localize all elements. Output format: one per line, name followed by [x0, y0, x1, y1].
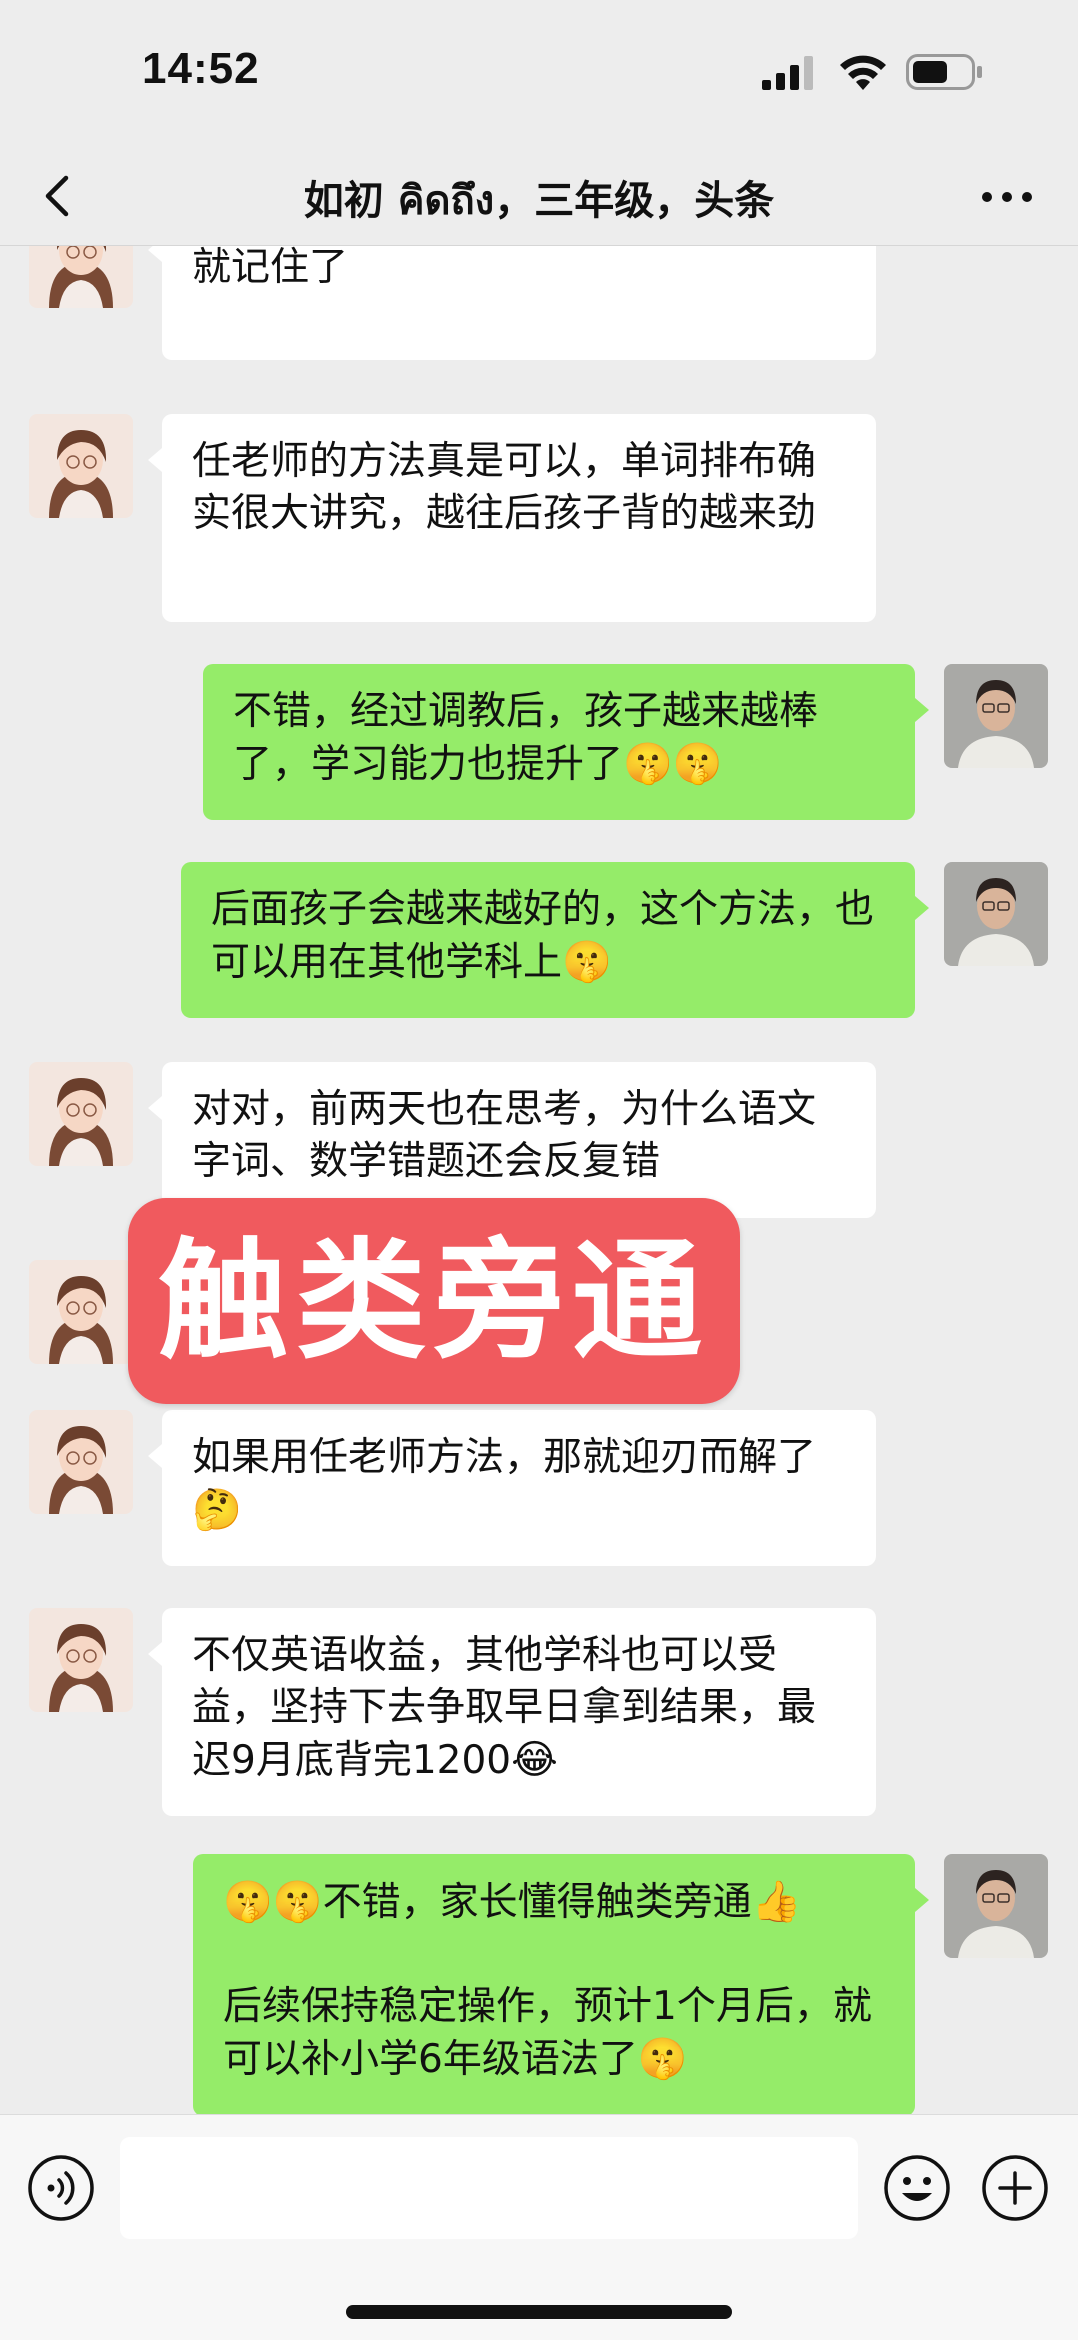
shush-emoji-icon: 🤫🤫 — [623, 741, 723, 787]
message-bubble-outgoing[interactable]: 后面孩子会越来越好的，这个方法，也可以用在其他学科上🤫 — [181, 862, 929, 1018]
home-indicator[interactable] — [346, 2305, 732, 2319]
wifi-icon — [840, 55, 886, 90]
message-bubble-outgoing[interactable]: 🤫🤫不错，家长懂得触类旁通👍 后续保持稳定操作，预计1个月后，就可以补小学6年级… — [193, 1854, 929, 2114]
message-bubble-incoming[interactable]: 娃自己说越背越简单，联想前面单词就记住了 — [148, 246, 876, 360]
message-bubble-incoming[interactable]: 如果用任老师方法，那就迎刃而解了 🤔 — [148, 1410, 876, 1566]
girl-avatar-icon — [29, 1062, 133, 1166]
girl-avatar-icon — [29, 1410, 133, 1514]
message-bubble-outgoing[interactable]: 不错，经过调教后，孩子越来越棒了，学习能力也提升了🤫🤫 — [203, 664, 929, 820]
message-bubble-incoming[interactable]: 任老师的方法真是可以，单词排布确实很大讲究，越往后孩子背的越来劲 — [148, 414, 876, 622]
message-text: 任老师的方法真是可以，单词排布确实很大讲究，越往后孩子背的越来劲 — [192, 439, 817, 536]
shush-emoji-icon: 🤫 — [637, 2036, 688, 2082]
message-text: 后面孩子会越来越好的，这个方法，也可以用在其他学科上 — [211, 887, 875, 985]
message-input[interactable] — [120, 2137, 858, 2239]
avatar-contact[interactable] — [29, 1260, 133, 1364]
nav-bar: 如初 คิดถึง，三年级，头条 — [0, 150, 1078, 246]
message-text: 不错，家长懂得触类旁通 — [322, 1880, 752, 1925]
message-text: 不仅英语收益，其他学科也可以受益，坚持下去争取早日拿到结果，最迟9月底背完120… — [192, 1633, 817, 1783]
man-avatar-icon — [944, 862, 1048, 966]
more-icon[interactable] — [980, 182, 1034, 212]
avatar-contact[interactable] — [29, 1062, 133, 1166]
message-text: 娃自己说越背越简单，联想前面单词就记住了 — [192, 246, 349, 290]
avatar-contact[interactable] — [29, 414, 133, 518]
battery-icon — [906, 54, 982, 90]
message-bubble-incoming[interactable]: 对对，前两天也在思考，为什么语文字词、数学错题还会反复错 — [148, 1062, 876, 1218]
chat-title: 如初 คิดถึง，三年级，头条 — [303, 178, 775, 224]
shush-emoji-icon: 🤫🤫 — [223, 1879, 323, 1925]
avatar-contact[interactable] — [29, 1608, 133, 1712]
avatar-contact[interactable] — [29, 1410, 133, 1514]
girl-avatar-icon — [29, 414, 133, 518]
signal-icon — [762, 56, 813, 90]
laughing-emoji-icon: 😂 — [511, 1737, 558, 1783]
avatar-self[interactable] — [944, 862, 1048, 966]
message-bubble-incoming[interactable]: 不仅英语收益，其他学科也可以受益，坚持下去争取早日拿到结果，最迟9月底背完120… — [148, 1608, 876, 1816]
status-bar: 14:52 — [0, 0, 1078, 150]
shush-emoji-icon: 🤫 — [562, 939, 612, 985]
message-text: 后续保持稳定操作，预计1个月后，就可以补小学6年级语法了 — [223, 1984, 872, 2082]
message-text: 不错，经过调教后，孩子越来越棒了，学习能力也提升了 — [233, 689, 819, 787]
plus-icon[interactable] — [980, 2153, 1050, 2223]
girl-avatar-icon — [29, 246, 133, 308]
thinking-emoji-icon: 🤔 — [192, 1487, 242, 1533]
chat-area[interactable]: 娃自己说越背越简单，联想前面单词就记住了 任老师的方法真是可以，单词排布确实很大… — [0, 246, 1078, 2114]
avatar-contact[interactable] — [29, 246, 133, 308]
girl-avatar-icon — [29, 1608, 133, 1712]
man-avatar-icon — [944, 664, 1048, 768]
message-text: 如果用任老师方法，那就迎刃而解了 — [192, 1435, 817, 1480]
girl-avatar-icon — [29, 1260, 133, 1364]
message-text: 对对，前两天也在思考，为什么语文字词、数学错题还会反复错 — [192, 1087, 817, 1184]
overlay-banner: 触类旁通 — [128, 1198, 740, 1404]
avatar-self[interactable] — [944, 664, 1048, 768]
man-avatar-icon — [944, 1854, 1048, 1958]
thumbs-up-emoji-icon: 👍 — [751, 1879, 802, 1925]
avatar-self[interactable] — [944, 1854, 1048, 1958]
voice-icon[interactable] — [26, 2153, 96, 2223]
emoji-icon[interactable] — [882, 2153, 952, 2223]
status-time: 14:52 — [142, 44, 260, 93]
